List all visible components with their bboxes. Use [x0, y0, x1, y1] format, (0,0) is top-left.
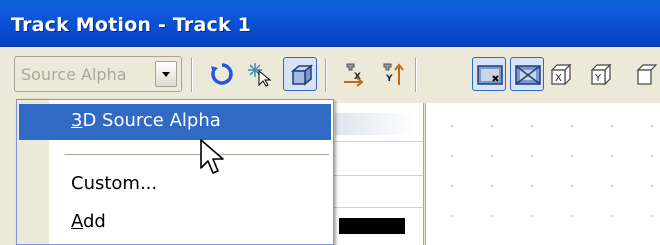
source-dropdown-menu: 3D Source Alpha Custom... Add	[16, 99, 334, 245]
source-combo[interactable]: Source Alpha	[14, 56, 182, 92]
black-swatch	[339, 218, 405, 234]
panel-row-divider	[331, 141, 423, 142]
toolbar-separator	[191, 58, 193, 92]
view-x-button[interactable]: X	[544, 57, 578, 91]
toolbar-separator	[415, 58, 417, 92]
reset-rotation-button[interactable]	[205, 57, 239, 91]
svg-text:X: X	[555, 73, 562, 84]
window-title: Track Motion - Track 1	[11, 14, 252, 36]
enable-move-button[interactable]	[243, 57, 277, 91]
keyframe-list-panel	[330, 103, 424, 245]
view-xz-icon	[515, 65, 541, 85]
y-axis-button[interactable]: Y	[376, 57, 410, 91]
view-z-button[interactable]	[630, 57, 660, 91]
title-bar[interactable]: Track Motion - Track 1	[0, 0, 660, 47]
svg-text:Y: Y	[594, 73, 602, 84]
gradient-swatch	[335, 113, 415, 135]
menu-item-custom[interactable]: Custom...	[19, 167, 331, 203]
svg-text:Y: Y	[385, 74, 393, 84]
enable-move-icon	[248, 63, 272, 87]
view-xy-icon	[477, 65, 503, 85]
view-x-icon: X	[550, 63, 572, 86]
view-y-icon: Y	[590, 63, 612, 86]
view-xy-button[interactable]	[472, 57, 506, 91]
x-axis-button[interactable]: X	[337, 57, 371, 91]
menu-item-label: 3D Source Alpha	[71, 110, 221, 131]
x-axis-snap-icon: X	[344, 63, 364, 87]
panel-row-divider	[331, 207, 423, 208]
menu-item-label: Custom...	[71, 173, 158, 194]
mouse-cursor-icon	[200, 139, 224, 174]
reset-rotate-icon	[211, 63, 233, 85]
3d-mode-button[interactable]	[283, 57, 317, 91]
source-combo-value: Source Alpha	[21, 65, 127, 84]
view-z-icon	[636, 64, 658, 85]
toolbar-separator	[325, 58, 327, 92]
menu-separator	[65, 154, 329, 155]
motion-grid-canvas[interactable]	[425, 103, 660, 245]
menu-item-label: Add	[71, 211, 106, 232]
panel-row-divider	[331, 175, 423, 176]
chevron-down-icon[interactable]	[155, 61, 177, 87]
menu-item-3d-source-alpha[interactable]: 3D Source Alpha	[19, 104, 331, 140]
3d-box-icon	[290, 64, 314, 86]
view-xz-button[interactable]	[510, 57, 544, 91]
menu-item-add[interactable]: Add	[19, 205, 331, 241]
view-y-button[interactable]: Y	[584, 57, 618, 91]
y-axis-snap-icon: Y	[383, 63, 404, 85]
